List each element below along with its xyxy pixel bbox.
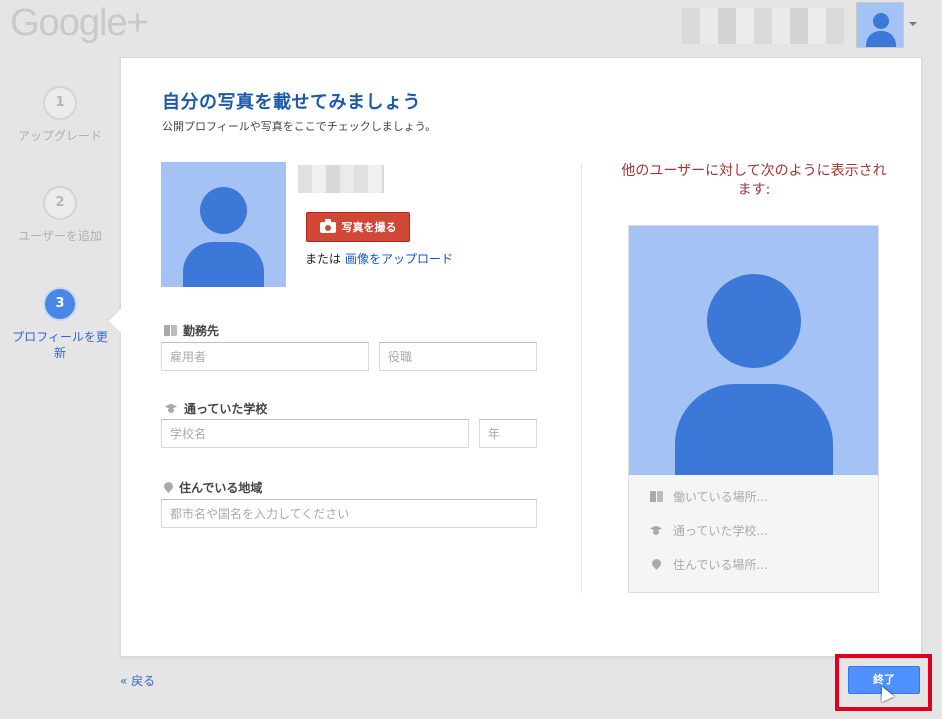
preview-work-text: 働いている場所... xyxy=(673,490,769,504)
preview-photo-placeholder xyxy=(629,226,878,475)
location-label-text: 住んでいる地域 xyxy=(179,481,263,495)
silhouette-head-shape xyxy=(200,187,247,234)
location-section-label: 住んでいる地域 xyxy=(164,479,262,496)
account-name-blurred[interactable] xyxy=(682,8,844,44)
preview-row-work: 働いている場所... xyxy=(649,488,768,505)
step-number: 3 xyxy=(43,287,77,321)
google-plus-logo[interactable]: Google+ xyxy=(10,2,149,45)
column-divider xyxy=(581,163,582,593)
building-icon xyxy=(649,491,663,502)
school-name-input[interactable] xyxy=(161,419,469,448)
preview-title: 他のユーザーに対して次のように表示されます: xyxy=(621,163,887,198)
back-link[interactable]: « 戻る xyxy=(120,672,155,689)
profile-photo-placeholder xyxy=(161,162,286,287)
step-upgrade: 1 アップグレード xyxy=(0,86,120,144)
location-pin-icon xyxy=(164,482,173,494)
step-add-users: 2 ユーザーを追加 xyxy=(0,186,120,244)
profile-name-blurred xyxy=(298,165,384,193)
take-photo-label: 写真を撮る xyxy=(341,221,397,234)
building-icon xyxy=(164,325,177,336)
job-title-input[interactable] xyxy=(379,342,537,371)
step-number: 2 xyxy=(43,186,77,220)
step-update-profile: 3 プロフィールを更新 xyxy=(0,287,120,361)
account-dropdown-caret-icon[interactable] xyxy=(909,22,917,26)
work-section-label: 勤務先 xyxy=(164,322,219,339)
step-label: プロフィールを更新 xyxy=(12,330,108,360)
page-title: 自分の写真を載せてみましょう xyxy=(162,92,421,113)
school-section-label: 通っていた学校 xyxy=(164,400,267,417)
work-label-text: 勤務先 xyxy=(183,324,220,338)
silhouette-body-shape xyxy=(675,384,833,475)
silhouette-body-shape xyxy=(183,242,264,287)
take-photo-button[interactable]: 写真を撮る xyxy=(306,212,410,242)
or-text: または xyxy=(305,252,342,266)
preview-row-location: 住んでいる場所... xyxy=(649,556,768,573)
preview-school-text: 通っていた学校... xyxy=(673,524,768,538)
step-number: 1 xyxy=(43,86,77,120)
school-label-text: 通っていた学校 xyxy=(184,402,268,416)
step-label: ユーザーを追加 xyxy=(18,229,102,243)
graduation-cap-icon xyxy=(164,404,178,414)
preview-row-school: 通っていた学校... xyxy=(649,522,768,539)
location-pin-icon xyxy=(652,559,661,571)
profile-preview-card: 働いている場所... 通っていた学校... 住んでいる場所... xyxy=(628,225,879,593)
camera-icon xyxy=(319,218,336,233)
avatar-body-shape xyxy=(866,31,896,47)
upload-image-link[interactable]: 画像をアップロード xyxy=(345,252,453,266)
account-avatar[interactable] xyxy=(856,2,904,48)
silhouette-head-shape xyxy=(707,274,801,368)
location-input[interactable] xyxy=(161,499,537,528)
upload-alternative: または 画像をアップロード xyxy=(305,250,453,267)
avatar-head-shape xyxy=(873,13,889,29)
employer-input[interactable] xyxy=(161,342,369,371)
preview-location-text: 住んでいる場所... xyxy=(673,558,768,572)
step-label: アップグレード xyxy=(17,129,102,143)
school-year-input[interactable] xyxy=(479,419,537,448)
graduation-cap-icon xyxy=(649,526,663,536)
page-subtitle: 公開プロフィールや写真をここでチェックしましょう。 xyxy=(162,120,437,133)
